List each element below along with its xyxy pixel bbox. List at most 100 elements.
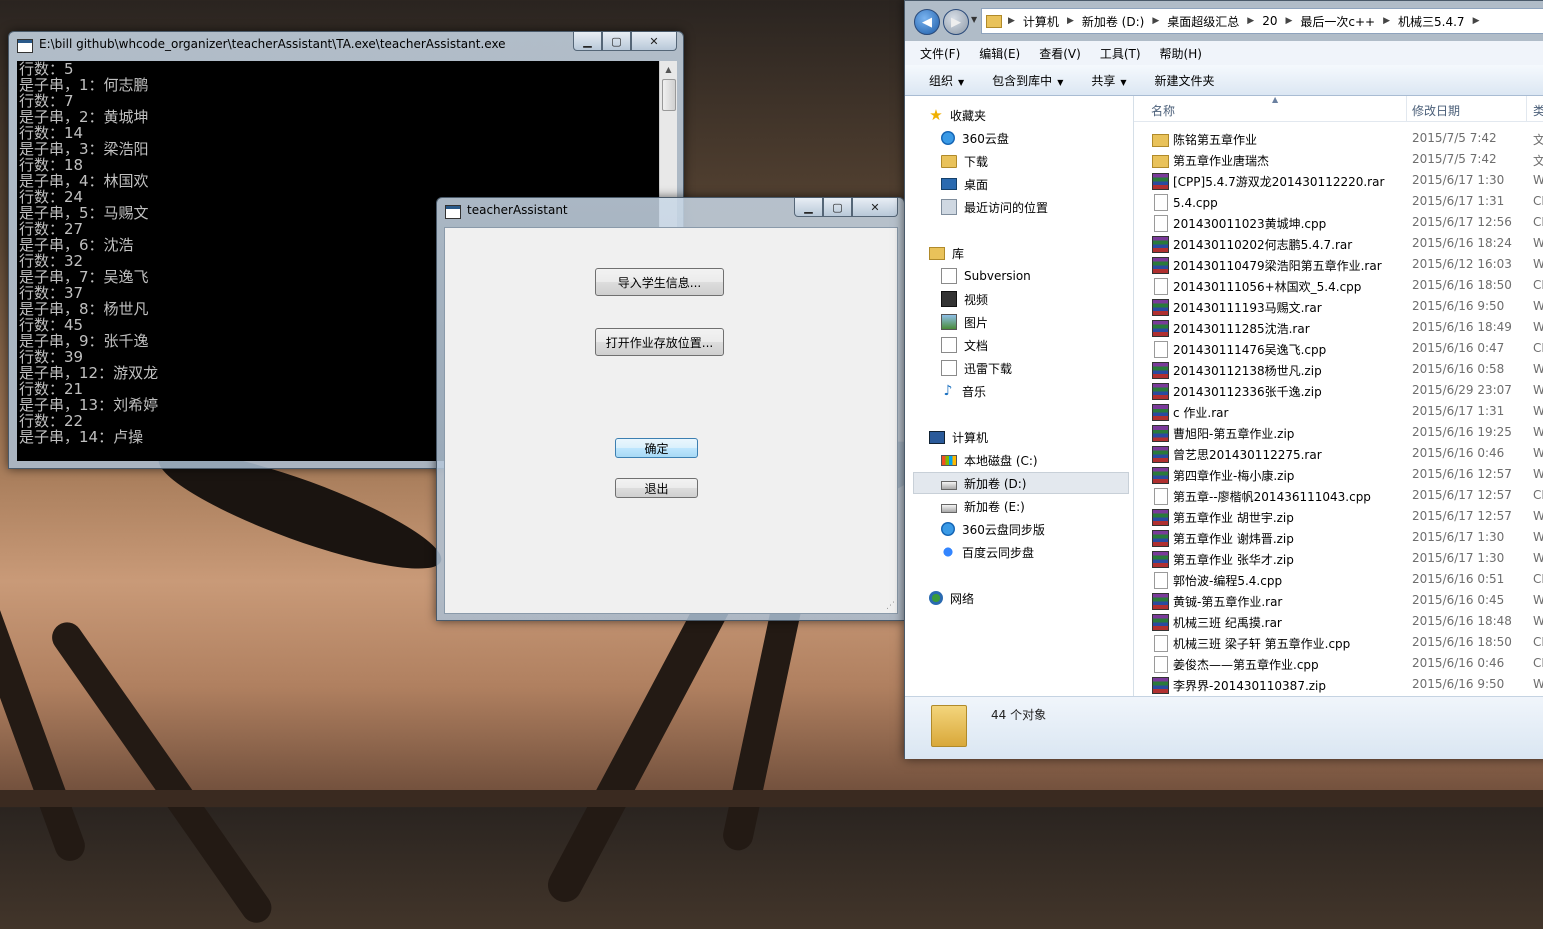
ok-button[interactable]: 确定 <box>615 438 698 458</box>
file-row[interactable]: 201430110202何志鹏5.4.7.rar 2015/6/16 18:24 W <box>1134 233 1543 254</box>
file-row[interactable]: 第五章作业 谢炜晋.zip 2015/6/17 1:30 W <box>1134 527 1543 548</box>
file-row[interactable]: 201430111056+林国欢_5.4.cpp 2015/6/16 18:50 C… <box>1134 275 1543 296</box>
new-folder-button[interactable]: 新建文件夹 <box>1155 72 1215 89</box>
file-row[interactable]: 姜俊杰——第五章作业.cpp 2015/6/16 0:46 CP <box>1134 653 1543 674</box>
close-button[interactable]: ✕ <box>631 32 677 51</box>
file-row[interactable]: 第五章作业唐瑞杰 2015/7/5 7:42 文 <box>1134 149 1543 170</box>
chevron-right-icon[interactable]: ▶ <box>1285 16 1292 26</box>
nav-computer[interactable]: 计算机 <box>929 426 988 448</box>
chevron-right-icon[interactable]: ▶ <box>1383 16 1390 26</box>
minimize-button[interactable]: ▁ <box>794 198 823 217</box>
resize-grip-icon[interactable]: ⋰ <box>886 601 895 611</box>
file-name-cell: 第五章作业 谢炜晋.zip <box>1152 530 1294 547</box>
ta-titlebar[interactable]: teacherAssistant ▁ ▢ ✕ <box>437 198 904 224</box>
file-type: W <box>1533 593 1543 607</box>
column-divider[interactable] <box>1406 96 1407 121</box>
column-type[interactable]: 类 <box>1533 102 1543 119</box>
file-row[interactable]: 郭怡波-编程5.4.cpp 2015/6/16 0:51 CP <box>1134 569 1543 590</box>
file-row[interactable]: 黄铖-第五章作业.rar 2015/6/16 0:45 W <box>1134 590 1543 611</box>
file-row[interactable]: 201430111476吴逸飞.cpp 2015/6/16 0:47 CP <box>1134 338 1543 359</box>
include-in-library-button[interactable]: 包含到库中 ▼ <box>992 72 1063 89</box>
nav-favorites[interactable]: ★ 收藏夹 <box>929 104 986 126</box>
nav-recent-places[interactable]: 最近访问的位置 <box>941 196 1048 218</box>
file-row[interactable]: 201430112138杨世凡.zip 2015/6/16 0:58 W <box>1134 359 1543 380</box>
column-date[interactable]: 修改日期 <box>1412 102 1460 119</box>
nav-videos[interactable]: 视频 <box>941 288 988 310</box>
file-row[interactable]: 201430112336张千逸.zip 2015/6/29 23:07 W <box>1134 380 1543 401</box>
file-row[interactable]: c 作业.rar 2015/6/17 1:31 W <box>1134 401 1543 422</box>
nav-documents[interactable]: 文档 <box>941 334 988 356</box>
file-row[interactable]: 201430111285沈浩.rar 2015/6/16 18:49 W <box>1134 317 1543 338</box>
breadcrumb-item[interactable]: 计算机 ▶ <box>1023 13 1082 30</box>
recent-places-icon <box>941 199 957 215</box>
forward-button[interactable]: ▶ <box>943 9 969 35</box>
file-date: 2015/6/16 0:51 <box>1412 572 1505 586</box>
menu-item[interactable]: 编辑(E) <box>979 45 1020 62</box>
breadcrumb-label: 计算机 <box>1022 14 1059 29</box>
minimize-button[interactable]: ▁ <box>573 32 602 51</box>
file-row[interactable]: 陈铭第五章作业 2015/7/5 7:42 文 <box>1134 128 1543 149</box>
windows-drive-icon <box>941 454 957 466</box>
history-dropdown-icon[interactable]: ▼ <box>971 15 977 24</box>
maximize-button[interactable]: ▢ <box>602 32 631 51</box>
chevron-right-icon[interactable]: ▶ <box>1247 16 1254 26</box>
nav-drive-e[interactable]: 新加卷 (E:) <box>941 495 1025 517</box>
scroll-up-icon[interactable]: ▲ <box>660 61 677 77</box>
nav-network[interactable]: 网络 <box>929 587 974 609</box>
file-row[interactable]: 201430111193马赐文.rar 2015/6/16 9:50 W <box>1134 296 1543 317</box>
address-bar[interactable]: ▶ 计算机 ▶ 新加卷 (D:) ▶ 桌面超级汇总 ▶ 20 ▶ 最后一次c++ ▶ 机械三5.4.… <box>981 8 1543 34</box>
back-button[interactable]: ◀ <box>914 9 940 35</box>
menu-item[interactable]: 查看(V) <box>1039 45 1081 62</box>
import-student-info-button[interactable]: 导入学生信息... <box>595 268 724 296</box>
maximize-button[interactable]: ▢ <box>823 198 852 217</box>
breadcrumb-item[interactable]: 机械三5.4.7 ▶ <box>1398 13 1487 30</box>
file-row[interactable]: 曹旭阳-第五章作业.zip 2015/6/16 19:25 W <box>1134 422 1543 443</box>
share-button[interactable]: 共享 ▼ <box>1091 72 1126 89</box>
file-row[interactable]: 第五章作业 张华才.zip 2015/6/17 1:30 W <box>1134 548 1543 569</box>
file-row[interactable]: 第五章作业 胡世宇.zip 2015/6/17 12:57 W <box>1134 506 1543 527</box>
column-name[interactable]: 名称 <box>1151 102 1175 119</box>
scroll-thumb[interactable] <box>662 79 676 111</box>
nav-desktop[interactable]: 桌面 <box>941 173 988 195</box>
menu-item[interactable]: 文件(F) <box>920 45 960 62</box>
menu-item[interactable]: 帮助(H) <box>1160 45 1202 62</box>
breadcrumb-item[interactable]: 桌面超级汇总 ▶ <box>1167 13 1262 30</box>
chevron-right-icon[interactable]: ▶ <box>1473 16 1480 26</box>
file-row[interactable]: 201430110479梁浩阳第五章作业.rar 2015/6/12 16:03 W <box>1134 254 1543 275</box>
file-row[interactable]: [CPP]5.4.7游双龙201430112220.rar 2015/6/17 1… <box>1134 170 1543 191</box>
file-row[interactable]: 201430011023黄城坤.cpp 2015/6/17 12:56 CP <box>1134 212 1543 233</box>
open-homework-location-button[interactable]: 打开作业存放位置... <box>595 328 724 356</box>
file-row[interactable]: 第四章作业-梅小康.zip 2015/6/16 12:57 W <box>1134 464 1543 485</box>
breadcrumb-item[interactable]: 20 ▶ <box>1262 13 1300 30</box>
nav-baidu-sync[interactable]: 百度云同步盘 <box>941 541 1034 563</box>
nav-subversion[interactable]: Subversion <box>941 265 1031 287</box>
nav-drive-c[interactable]: 本地磁盘 (C:) <box>941 449 1038 471</box>
chevron-right-icon[interactable]: ▶ <box>1067 16 1074 26</box>
organize-button[interactable]: 组织 ▼ <box>929 72 964 89</box>
nav-music[interactable]: ♪ 音乐 <box>941 380 986 402</box>
file-row[interactable]: 机械三班 纪禹摸.rar 2015/6/16 18:48 W <box>1134 611 1543 632</box>
chevron-right-icon[interactable]: ▶ <box>1152 16 1159 26</box>
console-titlebar[interactable]: E:\bill github\whcode_organizer\teacherA… <box>9 32 683 58</box>
nav-360-sync[interactable]: 360云盘同步版 <box>941 518 1045 540</box>
file-row[interactable]: 曾艺思201430112275.rar 2015/6/16 0:46 W <box>1134 443 1543 464</box>
breadcrumb-item[interactable]: 最后一次c++ ▶ <box>1300 13 1398 30</box>
file-row[interactable]: 第五章--廖楷帆201436111043.cpp 2015/6/17 12:57 C… <box>1134 485 1543 506</box>
file-type: W <box>1533 530 1543 544</box>
nav-libraries[interactable]: 库 <box>929 242 964 264</box>
breadcrumb-separator[interactable]: ▶ <box>1008 16 1023 26</box>
close-button[interactable]: ✕ <box>852 198 898 217</box>
nav-thunder-downloads[interactable]: 迅雷下载 <box>941 357 1012 379</box>
column-divider[interactable] <box>1526 96 1527 121</box>
menu-item[interactable]: 工具(T) <box>1100 45 1141 62</box>
exit-button[interactable]: 退出 <box>615 478 698 498</box>
file-row[interactable]: 5.4.cpp 2015/6/17 1:31 CP <box>1134 191 1543 212</box>
nav-360-cloud[interactable]: 360云盘 <box>941 127 1009 149</box>
file-row[interactable]: 李界界-201430110387.zip 2015/6/16 9:50 W <box>1134 674 1543 695</box>
breadcrumb-item[interactable]: 新加卷 (D:) ▶ <box>1082 13 1167 30</box>
nav-downloads[interactable]: 下载 <box>941 150 988 172</box>
cloud-icon <box>941 131 955 145</box>
nav-pictures[interactable]: 图片 <box>941 311 988 333</box>
nav-drive-d[interactable]: 新加卷 (D:) <box>913 472 1129 494</box>
file-row[interactable]: 机械三班 梁子轩 第五章作业.cpp 2015/6/16 18:50 CP <box>1134 632 1543 653</box>
